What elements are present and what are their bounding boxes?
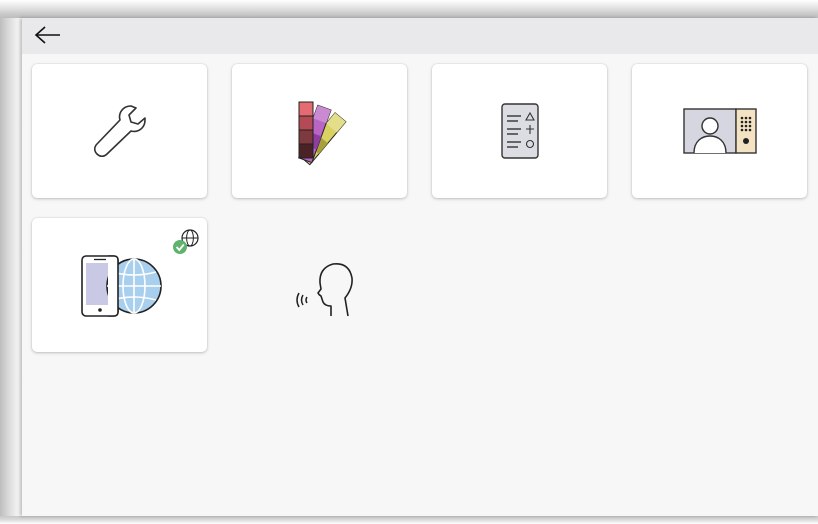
color-swatches-icon	[297, 101, 347, 166]
tile-voice[interactable]	[232, 218, 407, 352]
window-shadow-bottom	[0, 516, 818, 524]
wrench-icon	[93, 105, 146, 158]
tile-event-log[interactable]	[432, 64, 607, 198]
app-window	[22, 18, 818, 516]
voice-speech-icon	[295, 262, 353, 317]
back-button[interactable]	[28, 20, 68, 50]
arrow-left-icon	[34, 26, 60, 44]
tile-settings[interactable]	[32, 64, 207, 198]
event-log-icon	[500, 103, 539, 159]
window-shadow-top	[0, 0, 818, 18]
tile-door-station[interactable]	[632, 64, 807, 198]
mobile-globe-icon	[80, 255, 162, 317]
top-bar	[22, 18, 818, 54]
tile-mobile-connect[interactable]	[32, 218, 207, 352]
door-station-icon	[682, 108, 757, 154]
tile-themes[interactable]	[232, 64, 407, 198]
globe-check-badge-icon	[173, 229, 199, 254]
